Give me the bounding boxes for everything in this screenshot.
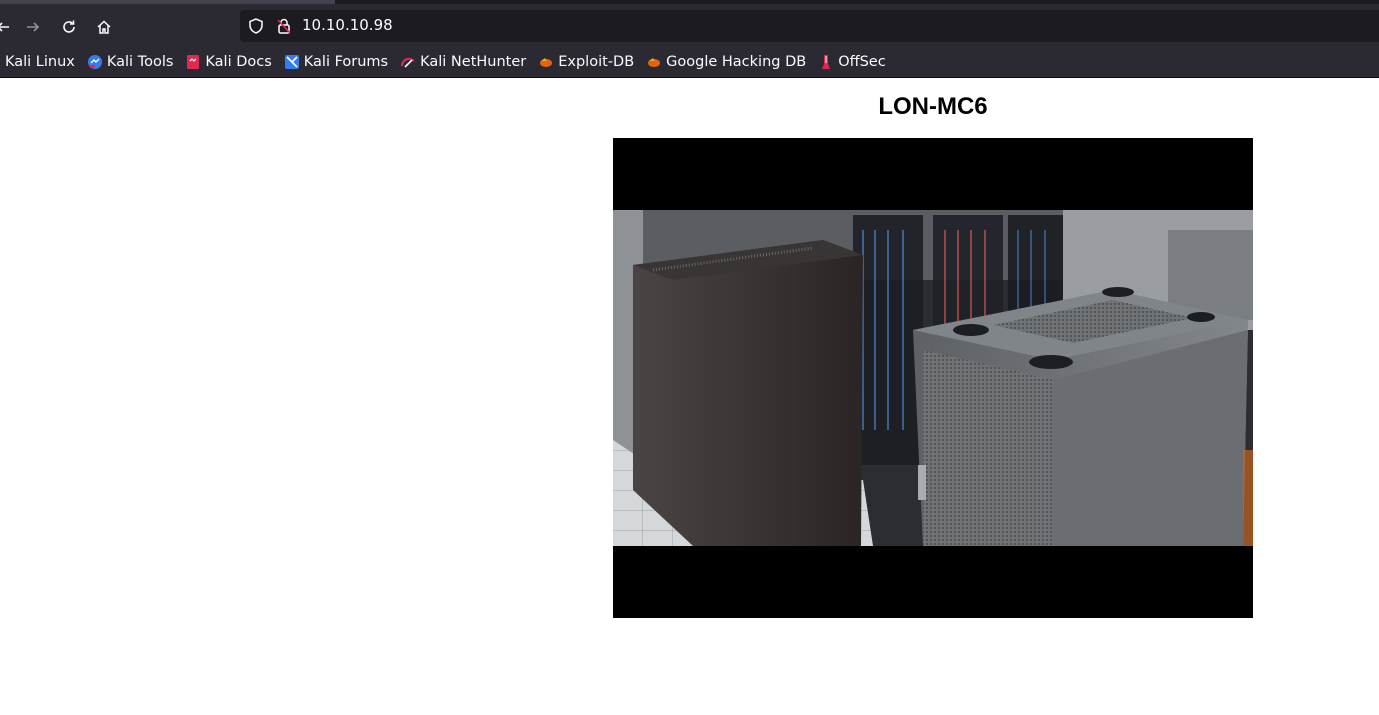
bookmark-label: Exploit-DB <box>558 54 635 70</box>
kali-tools-icon <box>87 55 102 69</box>
camera-frame-image <box>613 210 1253 546</box>
camera-stream <box>613 138 1253 618</box>
bookmark-kali-linux[interactable]: Kali Linux <box>5 54 75 70</box>
bookmark-label: Kali NetHunter <box>420 54 527 70</box>
home-icon <box>97 20 111 34</box>
bookmark-offsec[interactable]: OffSec <box>818 54 886 70</box>
exploit-db-icon <box>540 58 553 67</box>
address-bar[interactable]: 10.10.10.98 <box>240 10 1379 42</box>
arrow-left-icon <box>0 22 9 32</box>
bookmark-label: Kali Tools <box>106 54 174 70</box>
bookmark-kali-tools[interactable]: Kali Tools <box>87 54 174 70</box>
offsec-icon <box>822 55 831 69</box>
insecure-lock-icon[interactable] <box>275 17 293 35</box>
bookmark-kali-nethunter[interactable]: Kali NetHunter <box>400 54 526 70</box>
ghdb-icon <box>648 58 661 67</box>
kali-docs-icon <box>187 55 200 69</box>
bookmark-label: Kali Docs <box>205 54 272 70</box>
bookmark-label: OffSec <box>838 54 886 70</box>
page-title: LON-MC6 <box>878 93 988 120</box>
bookmark-kali-docs[interactable]: Kali Docs <box>185 54 272 70</box>
shield-icon[interactable] <box>247 17 265 35</box>
kali-nethunter-icon <box>401 57 415 68</box>
arrow-right-icon <box>27 22 40 32</box>
kali-forums-icon <box>284 55 299 69</box>
toolbar-divider <box>0 77 1379 78</box>
bookmark-label: Kali Linux <box>5 54 75 70</box>
url-text[interactable]: 10.10.10.98 <box>302 16 393 34</box>
browser-chrome: 10.10.10.98 Kali Linux Kali Tools Kali D… <box>0 0 1379 78</box>
bookmark-google-hacking-db[interactable]: Google Hacking DB <box>646 54 806 70</box>
bookmark-kali-forums[interactable]: Kali Forums <box>284 54 388 70</box>
back-button[interactable] <box>0 12 18 42</box>
bookmarks-toolbar: Kali Linux Kali Tools Kali Docs Kali For… <box>0 48 898 76</box>
reload-button[interactable] <box>54 12 84 42</box>
home-button[interactable] <box>89 12 119 42</box>
bookmark-label: Kali Forums <box>303 54 389 70</box>
forward-button[interactable] <box>18 12 48 42</box>
active-tab-edge[interactable] <box>0 0 335 4</box>
bookmark-label: Google Hacking DB <box>666 54 807 70</box>
reload-icon <box>63 20 75 33</box>
bookmark-exploit-db[interactable]: Exploit-DB <box>538 54 634 70</box>
